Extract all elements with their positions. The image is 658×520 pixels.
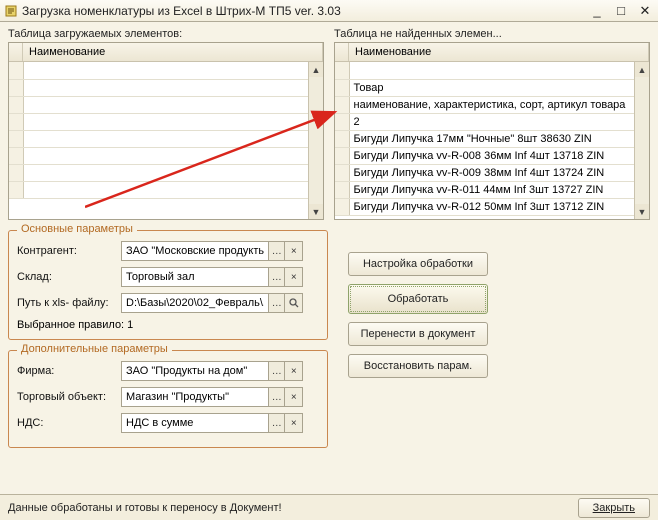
select-button[interactable]: … <box>268 387 286 407</box>
left-scrollbar[interactable]: ▲ ▼ <box>308 62 323 219</box>
vat-label: НДС: <box>17 417 121 429</box>
table-row[interactable] <box>9 96 323 113</box>
close-window-button[interactable]: ✕ <box>636 3 654 19</box>
table-row[interactable]: Бигуди Липучка vv-R-009 38мм Inf 4шт 137… <box>335 164 649 181</box>
table-row[interactable] <box>335 62 649 79</box>
scroll-down-icon[interactable]: ▼ <box>309 204 323 219</box>
maximize-button[interactable]: □ <box>612 3 630 19</box>
clear-button[interactable]: × <box>285 413 303 433</box>
firm-field[interactable] <box>121 361 268 381</box>
main-params-group: Основные параметры Контрагент: … × Склад… <box>8 230 328 340</box>
table-row[interactable] <box>9 181 323 198</box>
left-table-label: Таблица загружаемых элементов: <box>8 28 324 40</box>
left-grid-header: Наименование <box>9 43 323 62</box>
table-row[interactable] <box>9 147 323 164</box>
table-row[interactable]: наименование, характеристика, сорт, арти… <box>335 96 649 113</box>
vat-field[interactable] <box>121 413 268 433</box>
scroll-down-icon[interactable]: ▼ <box>635 204 649 219</box>
extra-params-legend: Дополнительные параметры <box>17 343 172 355</box>
left-grid-col-name[interactable]: Наименование <box>23 43 323 61</box>
open-button[interactable] <box>285 293 303 313</box>
right-column: Таблица не найденных элемен... Наименова… <box>334 28 650 220</box>
select-button[interactable]: … <box>268 361 286 381</box>
process-button[interactable]: Обработать <box>348 284 488 314</box>
statusbar: Данные обработаны и готовы к переносу в … <box>0 494 658 520</box>
trade-object-label: Торговый объект: <box>17 391 121 403</box>
status-text: Данные обработаны и готовы к переносу в … <box>8 502 282 514</box>
extra-params-group: Дополнительные параметры Фирма: … × Торг… <box>8 350 328 448</box>
xls-path-label: Путь к xls- файлу: <box>17 297 121 309</box>
close-button[interactable]: Закрыть <box>578 498 650 518</box>
transfer-button[interactable]: Перенести в документ <box>348 322 488 346</box>
warehouse-label: Склад: <box>17 271 121 283</box>
clear-button[interactable]: × <box>285 241 303 261</box>
clear-button[interactable]: × <box>285 267 303 287</box>
content-area: Таблица загружаемых элементов: Наименова… <box>0 22 658 520</box>
scroll-up-icon[interactable]: ▲ <box>635 62 649 77</box>
table-row[interactable] <box>9 79 323 96</box>
right-scrollbar[interactable]: ▲ ▼ <box>634 62 649 219</box>
trade-object-field[interactable] <box>121 387 268 407</box>
minimize-button[interactable]: _ <box>588 3 606 19</box>
counterparty-field[interactable] <box>121 241 268 261</box>
clear-button[interactable]: × <box>285 361 303 381</box>
table-row[interactable] <box>9 113 323 130</box>
right-table-label: Таблица не найденных элемен... <box>334 28 650 40</box>
left-grid[interactable]: Наименование ▲ ▼ <box>8 42 324 220</box>
table-row[interactable] <box>9 62 323 79</box>
right-grid-col-name[interactable]: Наименование <box>349 43 649 61</box>
select-button[interactable]: … <box>268 293 286 313</box>
table-row[interactable] <box>9 164 323 181</box>
main-params-legend: Основные параметры <box>17 223 137 235</box>
select-button[interactable]: … <box>268 241 286 261</box>
right-grid[interactable]: Наименование Товарнаименование, характер… <box>334 42 650 220</box>
xls-path-field[interactable] <box>121 293 268 313</box>
selected-rule-label: Выбранное правило: 1 <box>17 319 319 331</box>
table-row[interactable]: 2 <box>335 113 649 130</box>
table-row[interactable]: Бигуди Липучка vv-R-011 44мм Inf 3шт 137… <box>335 181 649 198</box>
window-title: Загрузка номенклатуры из Excel в Штрих-М… <box>22 4 588 18</box>
table-row[interactable]: Бигуди Липучка vv-R-008 36мм Inf 4шт 137… <box>335 147 649 164</box>
right-grid-header: Наименование <box>335 43 649 62</box>
left-column: Таблица загружаемых элементов: Наименова… <box>8 28 324 220</box>
scroll-up-icon[interactable]: ▲ <box>309 62 323 77</box>
restore-button[interactable]: Восстановить парам. <box>348 354 488 378</box>
app-icon <box>4 4 18 18</box>
counterparty-label: Контрагент: <box>17 245 121 257</box>
settings-button[interactable]: Настройка обработки <box>348 252 488 276</box>
warehouse-field[interactable] <box>121 267 268 287</box>
clear-button[interactable]: × <box>285 387 303 407</box>
table-row[interactable]: Товар <box>335 79 649 96</box>
firm-label: Фирма: <box>17 365 121 377</box>
titlebar: Загрузка номенклатуры из Excel в Штрих-М… <box>0 0 658 22</box>
table-row[interactable]: Бигуди Липучка vv-R-012 50мм Inf 3шт 137… <box>335 198 649 215</box>
table-row[interactable] <box>9 130 323 147</box>
table-row[interactable]: Бигуди Липучка 17мм "Ночные" 8шт 38630 Z… <box>335 130 649 147</box>
select-button[interactable]: … <box>268 267 286 287</box>
select-button[interactable]: … <box>268 413 286 433</box>
